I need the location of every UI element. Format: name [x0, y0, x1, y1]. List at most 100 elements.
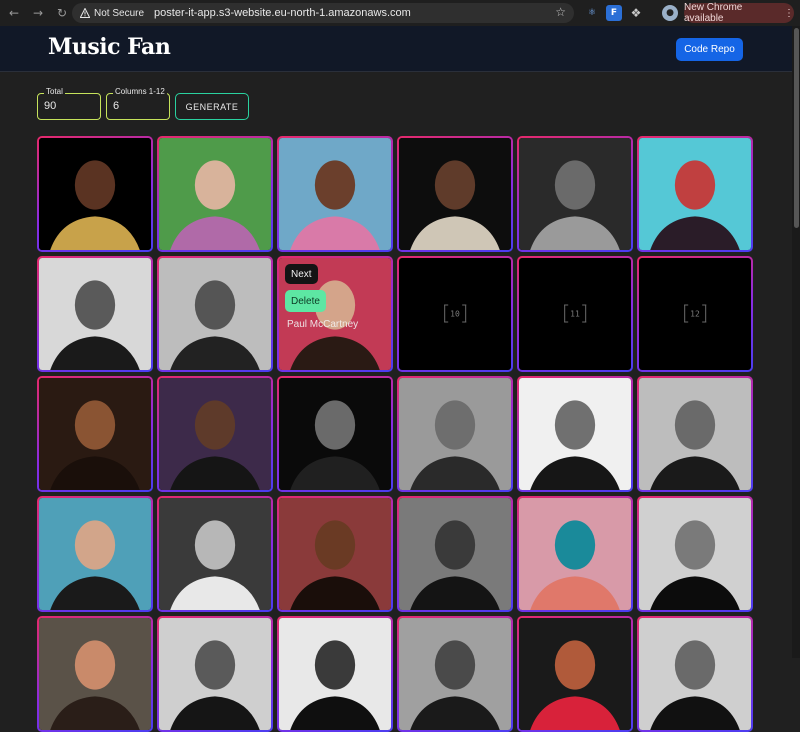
- artist-photo: [159, 138, 271, 250]
- artist-photo: [399, 138, 511, 250]
- poster-tile[interactable]: [277, 496, 393, 612]
- poster-frame: [519, 378, 631, 490]
- poster-tile[interactable]: [637, 136, 753, 252]
- url-text[interactable]: poster-it-app.s3-website.eu-north-1.amaz…: [154, 7, 411, 19]
- artist-photo: [519, 618, 631, 730]
- generate-button[interactable]: GENERATE: [175, 93, 249, 120]
- columns-label: Columns 1-12: [113, 87, 167, 96]
- app-header: Music Fan Code Repo: [0, 26, 792, 72]
- scrollbar-thumb[interactable]: [794, 28, 799, 228]
- poster-frame: [519, 618, 631, 730]
- poster-frame: [639, 378, 751, 490]
- back-icon[interactable]: ←: [4, 3, 24, 23]
- code-repo-button[interactable]: Code Repo: [676, 38, 743, 61]
- poster-tile[interactable]: [157, 616, 273, 732]
- artist-photo: [399, 618, 511, 730]
- artist-photo: [639, 378, 751, 490]
- poster-frame: [279, 618, 391, 730]
- poster-frame: [519, 138, 631, 250]
- total-field[interactable]: Total 90: [37, 87, 101, 120]
- artist-photo: [279, 498, 391, 610]
- artist-photo: [399, 378, 511, 490]
- poster-tile[interactable]: [517, 616, 633, 732]
- artist-photo: [639, 618, 751, 730]
- poster-tile[interactable]: [637, 616, 753, 732]
- poster-tile[interactable]: [637, 496, 753, 612]
- artist-photo: [519, 138, 631, 250]
- poster-tile[interactable]: [277, 136, 393, 252]
- artist-photo: [279, 138, 391, 250]
- tile-index-label: 11: [564, 304, 586, 323]
- forward-icon[interactable]: →: [28, 3, 48, 23]
- tile-index-label: 12: [684, 304, 706, 323]
- artist-photo: [39, 618, 151, 730]
- columns-value[interactable]: 6: [113, 100, 119, 112]
- poster-tile[interactable]: [37, 376, 153, 492]
- poster-tile[interactable]: [397, 136, 513, 252]
- profile-avatar-icon[interactable]: ●: [662, 5, 678, 21]
- artist-photo: [639, 138, 751, 250]
- poster-frame: [159, 138, 271, 250]
- more-menu-icon[interactable]: ⋮: [784, 8, 794, 19]
- poster-frame: [159, 498, 271, 610]
- poster-tile[interactable]: [157, 136, 273, 252]
- poster-tile[interactable]: [157, 376, 273, 492]
- artist-photo: [39, 138, 151, 250]
- poster-tile[interactable]: [517, 136, 633, 252]
- bookmark-star-icon[interactable]: ☆: [555, 5, 566, 19]
- security-label: Not Secure: [94, 7, 145, 19]
- poster-frame: [639, 498, 751, 610]
- extension-f-icon[interactable]: F: [606, 5, 622, 21]
- poster-tile[interactable]: [37, 136, 153, 252]
- poster-tile[interactable]: [397, 496, 513, 612]
- poster-frame: 10: [399, 258, 511, 370]
- delete-button[interactable]: Delete: [285, 290, 326, 312]
- empty-poster-tile[interactable]: 12: [637, 256, 753, 372]
- artist-photo: [39, 378, 151, 490]
- poster-tile[interactable]: [277, 376, 393, 492]
- poster-frame: [159, 258, 271, 370]
- poster-frame: 11: [519, 258, 631, 370]
- poster-tile[interactable]: [37, 616, 153, 732]
- poster-tile[interactable]: [37, 496, 153, 612]
- browser-toolbar: ← → ↻ Not Secure poster-it-app.s3-websit…: [0, 0, 800, 26]
- artist-photo: [39, 498, 151, 610]
- poster-tile[interactable]: [37, 256, 153, 372]
- artist-photo: [159, 378, 271, 490]
- poster-tile[interactable]: [277, 616, 393, 732]
- poster-frame: [39, 258, 151, 370]
- artist-photo: [39, 258, 151, 370]
- reload-icon[interactable]: ↻: [52, 3, 72, 23]
- artist-photo: [279, 618, 391, 730]
- empty-poster-tile[interactable]: 11: [517, 256, 633, 372]
- poster-frame: [39, 378, 151, 490]
- next-button[interactable]: Next: [285, 264, 318, 284]
- poster-frame: 12: [639, 258, 751, 370]
- poster-tile[interactable]: [517, 376, 633, 492]
- chrome-update-button[interactable]: New Chrome available ⋮: [684, 2, 794, 24]
- warning-icon: [80, 8, 90, 18]
- poster-tile[interactable]: [517, 496, 633, 612]
- artist-photo: [639, 498, 751, 610]
- empty-poster-tile[interactable]: 10: [397, 256, 513, 372]
- extensions-puzzle-icon[interactable]: ❖: [628, 5, 644, 21]
- extension-react-icon[interactable]: ⚛: [584, 5, 600, 21]
- poster-tile[interactable]: [157, 496, 273, 612]
- poster-tile[interactable]: Next Delete Paul McCartney: [277, 256, 393, 372]
- poster-frame: [39, 618, 151, 730]
- poster-tile[interactable]: [637, 376, 753, 492]
- columns-field[interactable]: Columns 1-12 6: [106, 87, 170, 120]
- security-indicator[interactable]: Not Secure: [80, 8, 144, 19]
- poster-tile[interactable]: [397, 616, 513, 732]
- poster-tile[interactable]: [157, 256, 273, 372]
- poster-frame: [279, 138, 391, 250]
- artist-photo: [279, 378, 391, 490]
- poster-frame: [39, 498, 151, 610]
- poster-tile[interactable]: [397, 376, 513, 492]
- address-bar[interactable]: Not Secure poster-it-app.s3-website.eu-n…: [72, 3, 574, 23]
- artist-name-label: Paul McCartney: [287, 319, 359, 330]
- poster-frame: [279, 378, 391, 490]
- poster-frame: [399, 498, 511, 610]
- poster-frame: [639, 138, 751, 250]
- total-value[interactable]: 90: [44, 100, 56, 112]
